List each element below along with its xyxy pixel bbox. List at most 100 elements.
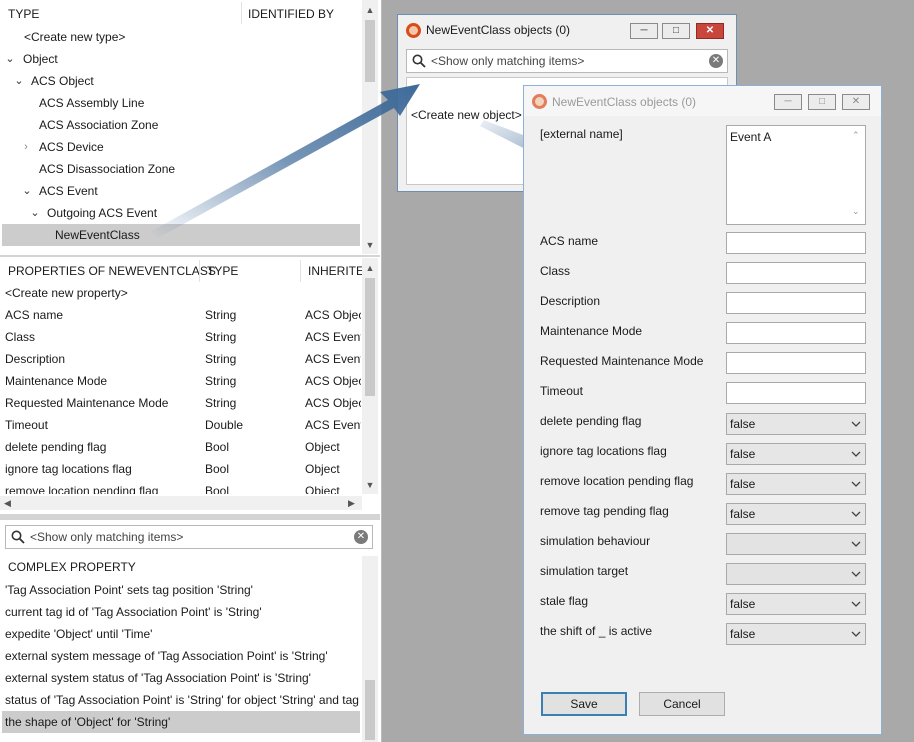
complex-search-box[interactable]: ✕: [5, 525, 373, 549]
complex-property-row[interactable]: external system status of 'Tag Associati…: [2, 667, 360, 689]
type-tree-scrollbar[interactable]: ▲ ▼: [362, 0, 378, 254]
save-button[interactable]: Save: [541, 692, 627, 716]
scroll-down-icon[interactable]: ▼: [362, 478, 378, 492]
chevron-down-icon[interactable]: [851, 534, 861, 554]
chevron-down-icon[interactable]: [851, 624, 861, 644]
object-form-window[interactable]: NewEventClass objects (0) ─ □ ✕ [externa…: [523, 85, 882, 735]
minimize-icon[interactable]: ─: [774, 94, 802, 110]
field-dropdown[interactable]: false: [726, 593, 866, 615]
property-row[interactable]: remove location pending flag Bool Object: [0, 480, 360, 494]
tree-item-acs-association-zone[interactable]: ACS Association Zone: [2, 114, 360, 136]
property-row[interactable]: Class String ACS Event: [0, 326, 361, 348]
complex-property-row[interactable]: external system message of 'Tag Associat…: [2, 645, 360, 667]
field-input[interactable]: [726, 292, 866, 314]
app-icon: [406, 23, 421, 38]
chevron-down-icon[interactable]: ⌄: [21, 180, 33, 202]
property-row[interactable]: ignore tag locations flag Bool Object: [0, 458, 360, 480]
complex-property-row[interactable]: status of 'Tag Association Point' is 'St…: [2, 689, 360, 711]
objects-search-box[interactable]: ✕: [406, 49, 728, 73]
chevron-down-icon[interactable]: [851, 474, 861, 494]
property-row[interactable]: delete pending flag Bool Object: [0, 436, 360, 458]
maximize-icon[interactable]: □: [662, 23, 690, 39]
scroll-up-icon[interactable]: ▲: [362, 3, 378, 17]
column-header-identified-by[interactable]: IDENTIFIED BY: [248, 7, 334, 21]
field-label: Class: [540, 264, 571, 278]
scroll-right-icon[interactable]: ▶: [348, 496, 355, 510]
close-icon[interactable]: ✕: [842, 94, 870, 110]
clear-search-icon[interactable]: ✕: [709, 54, 723, 68]
scroll-up-icon[interactable]: ▲: [362, 261, 378, 275]
external-name-textarea[interactable]: Event A ⌃ ⌄: [726, 125, 866, 225]
complex-property-row[interactable]: expedite 'Object' until 'Time': [2, 623, 360, 645]
property-row[interactable]: Maintenance Mode String ACS Objec: [0, 370, 361, 392]
field-input[interactable]: [726, 382, 866, 404]
tree-item-object[interactable]: ⌄ Object: [2, 48, 360, 70]
chevron-down-icon[interactable]: [851, 414, 861, 434]
complex-property-row[interactable]: 'Tag Association Point' sets tag positio…: [2, 579, 360, 601]
properties-scrollbar[interactable]: ▲ ▼: [362, 258, 378, 494]
tree-item-acs-device[interactable]: › ACS Device: [2, 136, 360, 158]
tree-item-acs-object[interactable]: ⌄ ACS Object: [2, 70, 360, 92]
field-dropdown[interactable]: false: [726, 473, 866, 495]
property-type-cell: Bool: [205, 484, 230, 494]
field-input[interactable]: [726, 232, 866, 254]
chevron-down-icon[interactable]: [851, 594, 861, 614]
tree-item-create-type[interactable]: <Create new type>: [2, 26, 360, 48]
column-header-property-name[interactable]: PROPERTIES OF NEWEVENTCLASS: [8, 264, 216, 278]
scrollbar-thumb[interactable]: [365, 20, 375, 82]
column-header-type[interactable]: TYPE: [8, 7, 39, 21]
chevron-right-icon[interactable]: ›: [20, 136, 32, 158]
field-dropdown[interactable]: false: [726, 443, 866, 465]
scrollbar-thumb[interactable]: [365, 278, 375, 396]
tree-item-outgoing-acs-event[interactable]: ⌄ Outgoing ACS Event: [2, 202, 360, 224]
scroll-down-icon[interactable]: ⌄: [852, 206, 860, 217]
field-input[interactable]: [726, 322, 866, 344]
chevron-down-icon[interactable]: ⌄: [4, 48, 16, 70]
create-property-row[interactable]: <Create new property>: [0, 282, 360, 304]
form-window-titlebar[interactable]: NewEventClass objects (0) ─ □ ✕: [524, 86, 881, 116]
tree-item-neweventclass[interactable]: NewEventClass: [2, 224, 360, 246]
chevron-down-icon[interactable]: [851, 444, 861, 464]
minimize-icon[interactable]: ─: [630, 23, 658, 39]
tree-item-acs-event[interactable]: ⌄ ACS Event: [2, 180, 360, 202]
chevron-down-icon[interactable]: [851, 504, 861, 524]
complex-search-input[interactable]: [30, 528, 330, 546]
objects-search-input[interactable]: [431, 52, 701, 70]
property-name-cell: delete pending flag: [5, 440, 107, 454]
scrollbar-thumb[interactable]: [365, 680, 375, 740]
chevron-down-icon[interactable]: ⌄: [29, 202, 41, 224]
complex-scrollbar[interactable]: [362, 556, 378, 742]
objects-window-titlebar[interactable]: NewEventClass objects (0) ─ □ ✕: [398, 15, 736, 45]
chevron-down-icon[interactable]: ⌄: [13, 70, 25, 92]
column-header-type[interactable]: TYPE: [207, 264, 238, 278]
field-dropdown[interactable]: [726, 563, 866, 585]
complex-property-label: current tag id of 'Tag Association Point…: [5, 605, 262, 619]
textarea-scrollbar[interactable]: ⌃ ⌄: [849, 126, 865, 224]
property-row[interactable]: ACS name String ACS Objec: [0, 304, 361, 326]
create-object-item[interactable]: <Create new object>: [411, 108, 522, 122]
scroll-up-icon[interactable]: ⌃: [852, 130, 860, 141]
field-input[interactable]: [726, 352, 866, 374]
field-dropdown[interactable]: false: [726, 413, 866, 435]
field-dropdown[interactable]: [726, 533, 866, 555]
cancel-button[interactable]: Cancel: [639, 692, 725, 716]
tree-item-acs-disassociation-zone[interactable]: ACS Disassociation Zone: [2, 158, 360, 180]
field-dropdown[interactable]: false: [726, 623, 866, 645]
column-header-complex-property[interactable]: COMPLEX PROPERTY: [8, 560, 136, 574]
property-row[interactable]: Description String ACS Event: [0, 348, 361, 370]
field-input[interactable]: [726, 262, 866, 284]
scroll-down-icon[interactable]: ▼: [362, 238, 378, 252]
tree-item-acs-assembly-line[interactable]: ACS Assembly Line: [2, 92, 360, 114]
scroll-left-icon[interactable]: ◀: [4, 496, 11, 510]
maximize-icon[interactable]: □: [808, 94, 836, 110]
column-header-inherited[interactable]: INHERITED: [308, 264, 362, 278]
chevron-down-icon[interactable]: [851, 564, 861, 584]
property-row[interactable]: Timeout Double ACS Event: [0, 414, 361, 436]
clear-search-icon[interactable]: ✕: [354, 530, 368, 544]
properties-horizontal-scrollbar[interactable]: ◀ ▶: [0, 496, 362, 510]
close-icon[interactable]: ✕: [696, 23, 724, 39]
complex-property-row[interactable]: current tag id of 'Tag Association Point…: [2, 601, 360, 623]
complex-property-row[interactable]: the shape of 'Object' for 'String': [2, 711, 360, 733]
property-row[interactable]: Requested Maintenance Mode String ACS Obje…: [0, 392, 361, 414]
field-dropdown[interactable]: false: [726, 503, 866, 525]
